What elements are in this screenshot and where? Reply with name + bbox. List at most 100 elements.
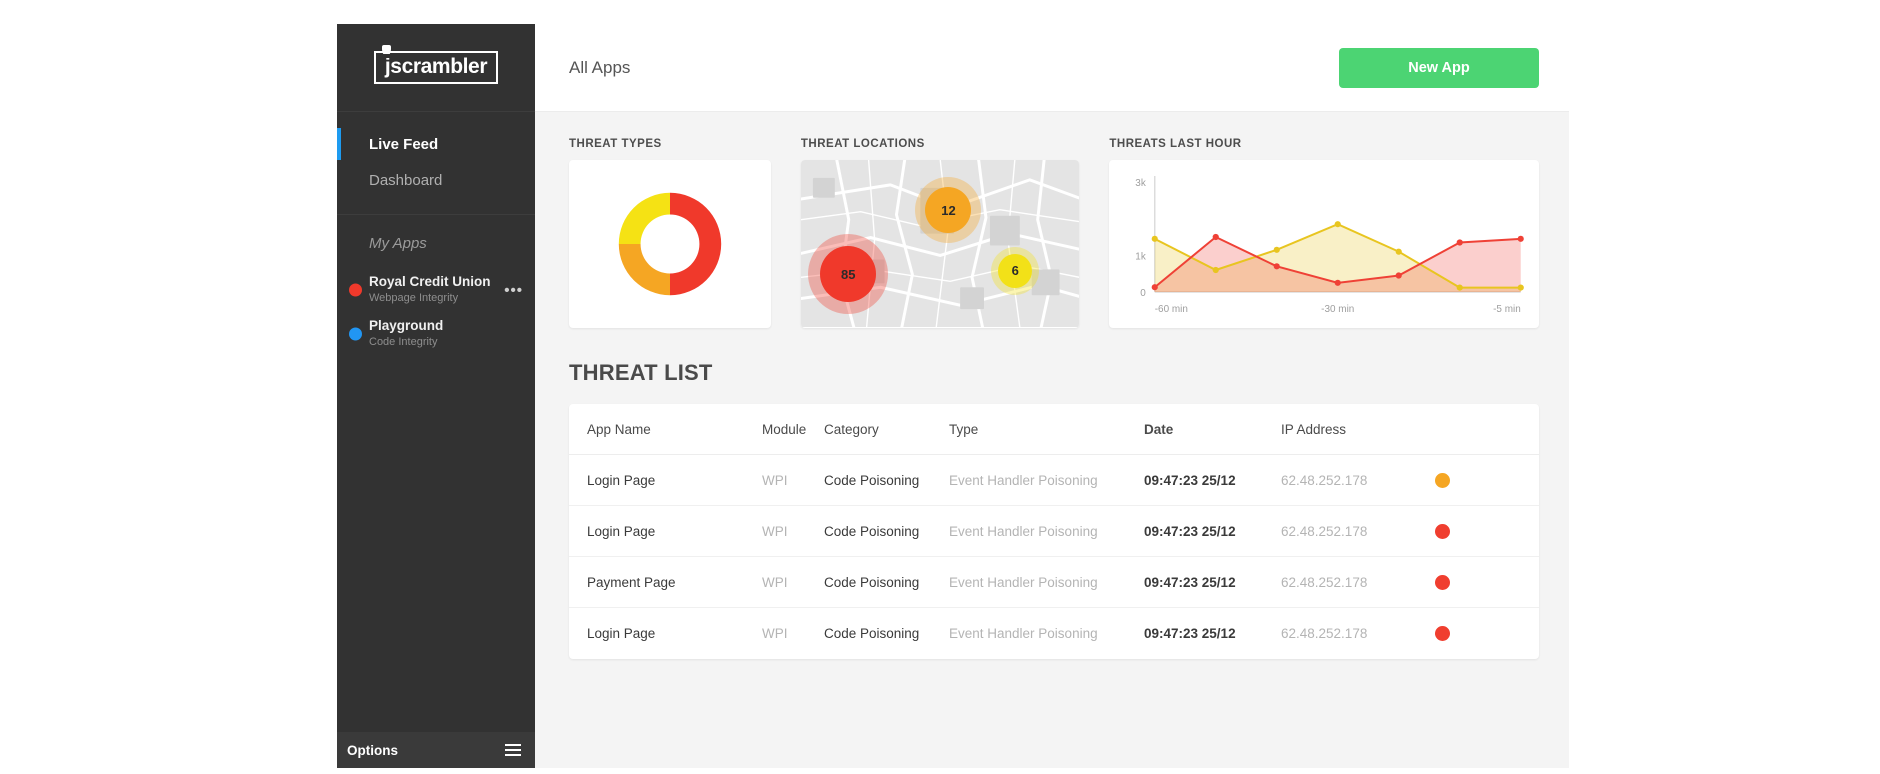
cell-status <box>1421 626 1523 641</box>
cell-module: WPI <box>762 626 788 641</box>
app-item-name: Playground <box>369 318 444 334</box>
sidebar-item-label: Dashboard <box>369 171 443 189</box>
cell-module: WPI <box>762 523 788 539</box>
y-axis-tick-label: 1k <box>1136 251 1147 262</box>
data-point <box>1457 239 1464 246</box>
cell-module: WPI <box>762 574 788 590</box>
cell-category: Code Poisoning <box>824 472 920 488</box>
cell-date: 09:47:23 25/12 <box>1144 523 1236 539</box>
cell-type: Event Handler Poisoning <box>949 523 1098 539</box>
app-item-type: Code Integrity <box>369 336 438 349</box>
column-header-date: Date <box>1144 421 1174 437</box>
table-row[interactable]: Login Page WPI Code Poisoning Event Handler… <box>569 455 1539 506</box>
brand-logo[interactable]: jscrambler <box>337 24 535 112</box>
app-item-name: Royal Credit Union <box>369 274 491 290</box>
cell-app: Payment Page <box>587 574 676 590</box>
column-header-category: Category <box>824 421 879 437</box>
app-item-texts: Playground Code Integrity <box>369 318 523 350</box>
data-point <box>1213 233 1220 241</box>
cell-status <box>1421 574 1523 590</box>
top-bar: All Apps New App <box>535 24 1569 112</box>
my-apps-heading: My Apps <box>369 235 427 252</box>
page-title: All Apps <box>569 57 631 77</box>
cell-ip: 62.48.252.178 <box>1281 626 1368 641</box>
threat-types-card <box>569 160 771 328</box>
logo-box: jscrambler <box>373 45 499 84</box>
cell-ip: 62.48.252.178 <box>1281 472 1368 488</box>
donut-slice-red <box>669 192 722 296</box>
cell-type: Event Handler Poisoning <box>949 472 1098 488</box>
data-point <box>1152 284 1159 291</box>
app-item-playground[interactable]: Playground Code Integrity <box>337 312 535 356</box>
x-axis-tick-label: -5 min <box>1493 304 1521 315</box>
data-point <box>1213 266 1220 274</box>
widget-threat-types: THREAT TYPES <box>569 138 771 328</box>
y-axis-tick-label: 3k <box>1136 178 1147 189</box>
data-point <box>1335 279 1342 286</box>
column-header-module: Module <box>762 421 807 437</box>
table-header-row: App Name Module Category Type Date IP Ad… <box>569 404 1539 455</box>
data-point <box>1152 235 1159 242</box>
cell-date: 09:47:23 25/12 <box>1144 472 1236 488</box>
app-window: jscrambler Live Feed Dashboard My Apps R… <box>337 24 1569 768</box>
widget-title: THREAT TYPES <box>569 138 662 150</box>
app-item-royal-credit-union[interactable]: Royal Credit Union Webpage Integrity ••• <box>337 268 535 312</box>
table-row[interactable]: Payment Page WPI Code Poisoning Event Handl… <box>569 557 1539 608</box>
cell-ip: 62.48.252.178 <box>1281 523 1368 539</box>
cell-ip: 62.48.252.178 <box>1281 574 1368 590</box>
map-cluster-marker[interactable]: 6 <box>998 253 1033 288</box>
widgets-row: THREAT TYPES THREAT LOCATIONS 85 12 6 TH… <box>569 138 1539 328</box>
cell-date: 09:47:23 25/12 <box>1144 626 1236 641</box>
data-point <box>1274 263 1281 270</box>
data-point <box>1518 235 1525 242</box>
sidebar-item-live-feed[interactable]: Live Feed <box>337 126 535 162</box>
widget-title: THREATS LAST HOUR <box>1109 138 1242 150</box>
x-axis-tick-label: -60 min <box>1155 304 1188 315</box>
options-button[interactable]: Options <box>337 732 535 768</box>
cell-date: 09:47:23 25/12 <box>1144 574 1236 590</box>
column-header-type: Type <box>949 421 979 437</box>
cell-app: Login Page <box>587 472 656 488</box>
data-point <box>1274 246 1281 253</box>
app-item-type: Webpage Integrity <box>369 292 459 305</box>
table-row[interactable]: Login Page WPI Code Poisoning Event Handler… <box>569 608 1539 659</box>
options-label: Options <box>347 742 398 758</box>
map-cluster-marker[interactable]: 12 <box>925 187 972 234</box>
threat-list-table: App Name Module Category Type Date IP Ad… <box>569 404 1539 659</box>
cell-app: Login Page <box>587 523 656 539</box>
hamburger-icon[interactable] <box>505 744 521 756</box>
cell-category: Code Poisoning <box>824 523 920 539</box>
data-point <box>1457 284 1464 291</box>
cell-type: Event Handler Poisoning <box>949 626 1098 641</box>
new-app-button[interactable]: New App <box>1339 47 1539 88</box>
widget-title: THREAT LOCATIONS <box>800 138 925 150</box>
cell-category: Code Poisoning <box>824 626 920 641</box>
app-item-texts: Royal Credit Union Webpage Integrity <box>369 274 498 306</box>
cell-app: Login Page <box>587 626 656 641</box>
my-apps-section: My Apps Royal Credit Union Webpage Integ… <box>337 215 535 356</box>
map-cluster-marker[interactable]: 85 <box>820 246 877 303</box>
sidebar-item-label: Live Feed <box>369 135 439 153</box>
donut-slice-orange <box>618 244 670 296</box>
data-point <box>1518 284 1525 291</box>
table-body: Login Page WPI Code Poisoning Event Handler… <box>569 455 1539 659</box>
donut-slice-yellow <box>618 192 670 244</box>
line-chart: 0 1k 3k -60 min -30 min -5 min <box>1136 176 1525 315</box>
ellipsis-icon[interactable]: ••• <box>498 282 523 299</box>
column-header-app-name: App Name <box>587 421 651 437</box>
table-row[interactable]: Login Page WPI Code Poisoning Event Handler… <box>569 506 1539 557</box>
status-badge <box>1435 626 1450 641</box>
active-indicator <box>337 128 341 160</box>
sidebar: jscrambler Live Feed Dashboard My Apps R… <box>337 24 535 768</box>
brand-name: jscrambler <box>384 55 488 78</box>
widget-threat-locations: THREAT LOCATIONS 85 12 6 <box>800 138 1080 328</box>
threats-last-hour-card: 0 1k 3k -60 min -30 min -5 min <box>1109 160 1539 328</box>
map-background <box>800 160 1080 328</box>
data-point <box>1396 248 1403 255</box>
threat-locations-card[interactable]: 85 12 6 <box>800 160 1080 328</box>
sidebar-item-dashboard[interactable]: Dashboard <box>337 162 535 198</box>
cell-type: Event Handler Poisoning <box>949 574 1098 590</box>
cell-status <box>1421 472 1523 488</box>
shield-icon <box>381 45 391 58</box>
